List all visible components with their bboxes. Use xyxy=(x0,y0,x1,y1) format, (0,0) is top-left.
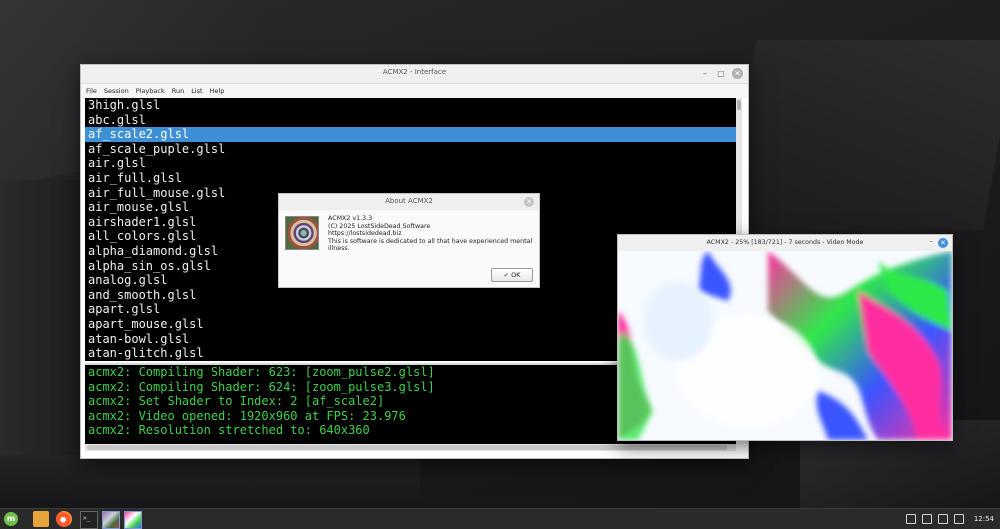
acmx2-interface-task-icon[interactable] xyxy=(102,511,120,529)
list-item[interactable]: air_full.glsl xyxy=(85,171,736,186)
firefox-icon[interactable] xyxy=(56,511,72,527)
scrollbar-thumb[interactable] xyxy=(87,445,727,450)
close-icon[interactable]: ✕ xyxy=(524,197,534,207)
system-tray: 12:54 xyxy=(905,509,994,529)
about-dedication: This is software is dedicated to all tha… xyxy=(328,237,533,253)
bg-shape xyxy=(723,40,1000,230)
clock[interactable]: 12:54 xyxy=(974,515,994,523)
menu-file[interactable]: File xyxy=(86,87,97,95)
maximize-icon[interactable]: □ xyxy=(716,69,726,79)
acmx2-video-task-icon[interactable] xyxy=(124,511,142,529)
dialog-titlebar[interactable]: About ACMX2 ✕ xyxy=(279,194,539,210)
check-icon: ✓ xyxy=(503,271,509,279)
dialog-title: About ACMX2 xyxy=(385,197,433,205)
video-window-title: ACMX2 - 25% [183/721] - 7 seconds - Vide… xyxy=(706,239,864,246)
video-frame[interactable] xyxy=(618,251,952,440)
list-item[interactable]: abc.glsl xyxy=(85,113,736,128)
taskbar: m >_ 12:54 xyxy=(0,508,1000,529)
network-icon[interactable] xyxy=(937,514,948,524)
files-icon[interactable] xyxy=(33,511,49,527)
app-logo-icon xyxy=(285,216,319,250)
window-title: ACMX2 - Interface xyxy=(382,68,447,76)
about-url: https://lostsidedead.biz xyxy=(328,230,402,238)
about-copyright: (C) 2025 LostSideDead Software xyxy=(328,222,431,230)
menu-list[interactable]: List xyxy=(191,87,202,95)
menu-session[interactable]: Session xyxy=(104,87,129,95)
close-icon[interactable]: ✕ xyxy=(938,238,948,248)
minimize-icon[interactable]: – xyxy=(930,237,934,245)
minimize-icon[interactable]: – xyxy=(700,69,710,79)
menu-run[interactable]: Run xyxy=(172,87,184,95)
shield-icon[interactable] xyxy=(921,514,932,524)
list-item[interactable]: air.glsl xyxy=(85,156,736,171)
start-menu-icon[interactable]: m xyxy=(4,512,18,526)
list-item[interactable]: af_scale2.glsl xyxy=(85,127,736,142)
about-version: ACMX2 v1.3.3 xyxy=(328,215,373,222)
window-titlebar[interactable]: ACMX2 - 25% [183/721] - 7 seconds - Vide… xyxy=(618,235,952,251)
menu-playback[interactable]: Playback xyxy=(136,87,165,95)
close-icon[interactable]: ✕ xyxy=(732,68,743,79)
scrollbar-thumb[interactable] xyxy=(737,100,741,110)
terminal-icon[interactable]: >_ xyxy=(80,511,98,529)
window-titlebar[interactable]: ACMX2 - Interface – □ ✕ xyxy=(81,65,748,84)
menu-help[interactable]: Help xyxy=(210,87,225,95)
info-icon[interactable] xyxy=(905,514,916,524)
console-horizontal-scrollbar[interactable] xyxy=(85,444,736,451)
bg-shape xyxy=(0,455,420,508)
volume-icon[interactable] xyxy=(953,514,964,524)
video-window: ACMX2 - 25% [183/721] - 7 seconds - Vide… xyxy=(617,234,953,441)
ok-label: OK xyxy=(511,271,521,279)
list-item[interactable]: 3high.glsl xyxy=(85,98,736,113)
menu-bar: File Session Playback Run List Help xyxy=(81,84,748,98)
ok-button[interactable]: ✓ OK xyxy=(491,268,533,282)
about-dialog: About ACMX2 ✕ ACMX2 v1.3.3 (C) 2025 Lost… xyxy=(278,193,540,288)
list-item[interactable]: af_scale_puple.glsl xyxy=(85,142,736,157)
about-text: ACMX2 v1.3.3 (C) 2025 LostSideDead Softw… xyxy=(328,215,533,253)
